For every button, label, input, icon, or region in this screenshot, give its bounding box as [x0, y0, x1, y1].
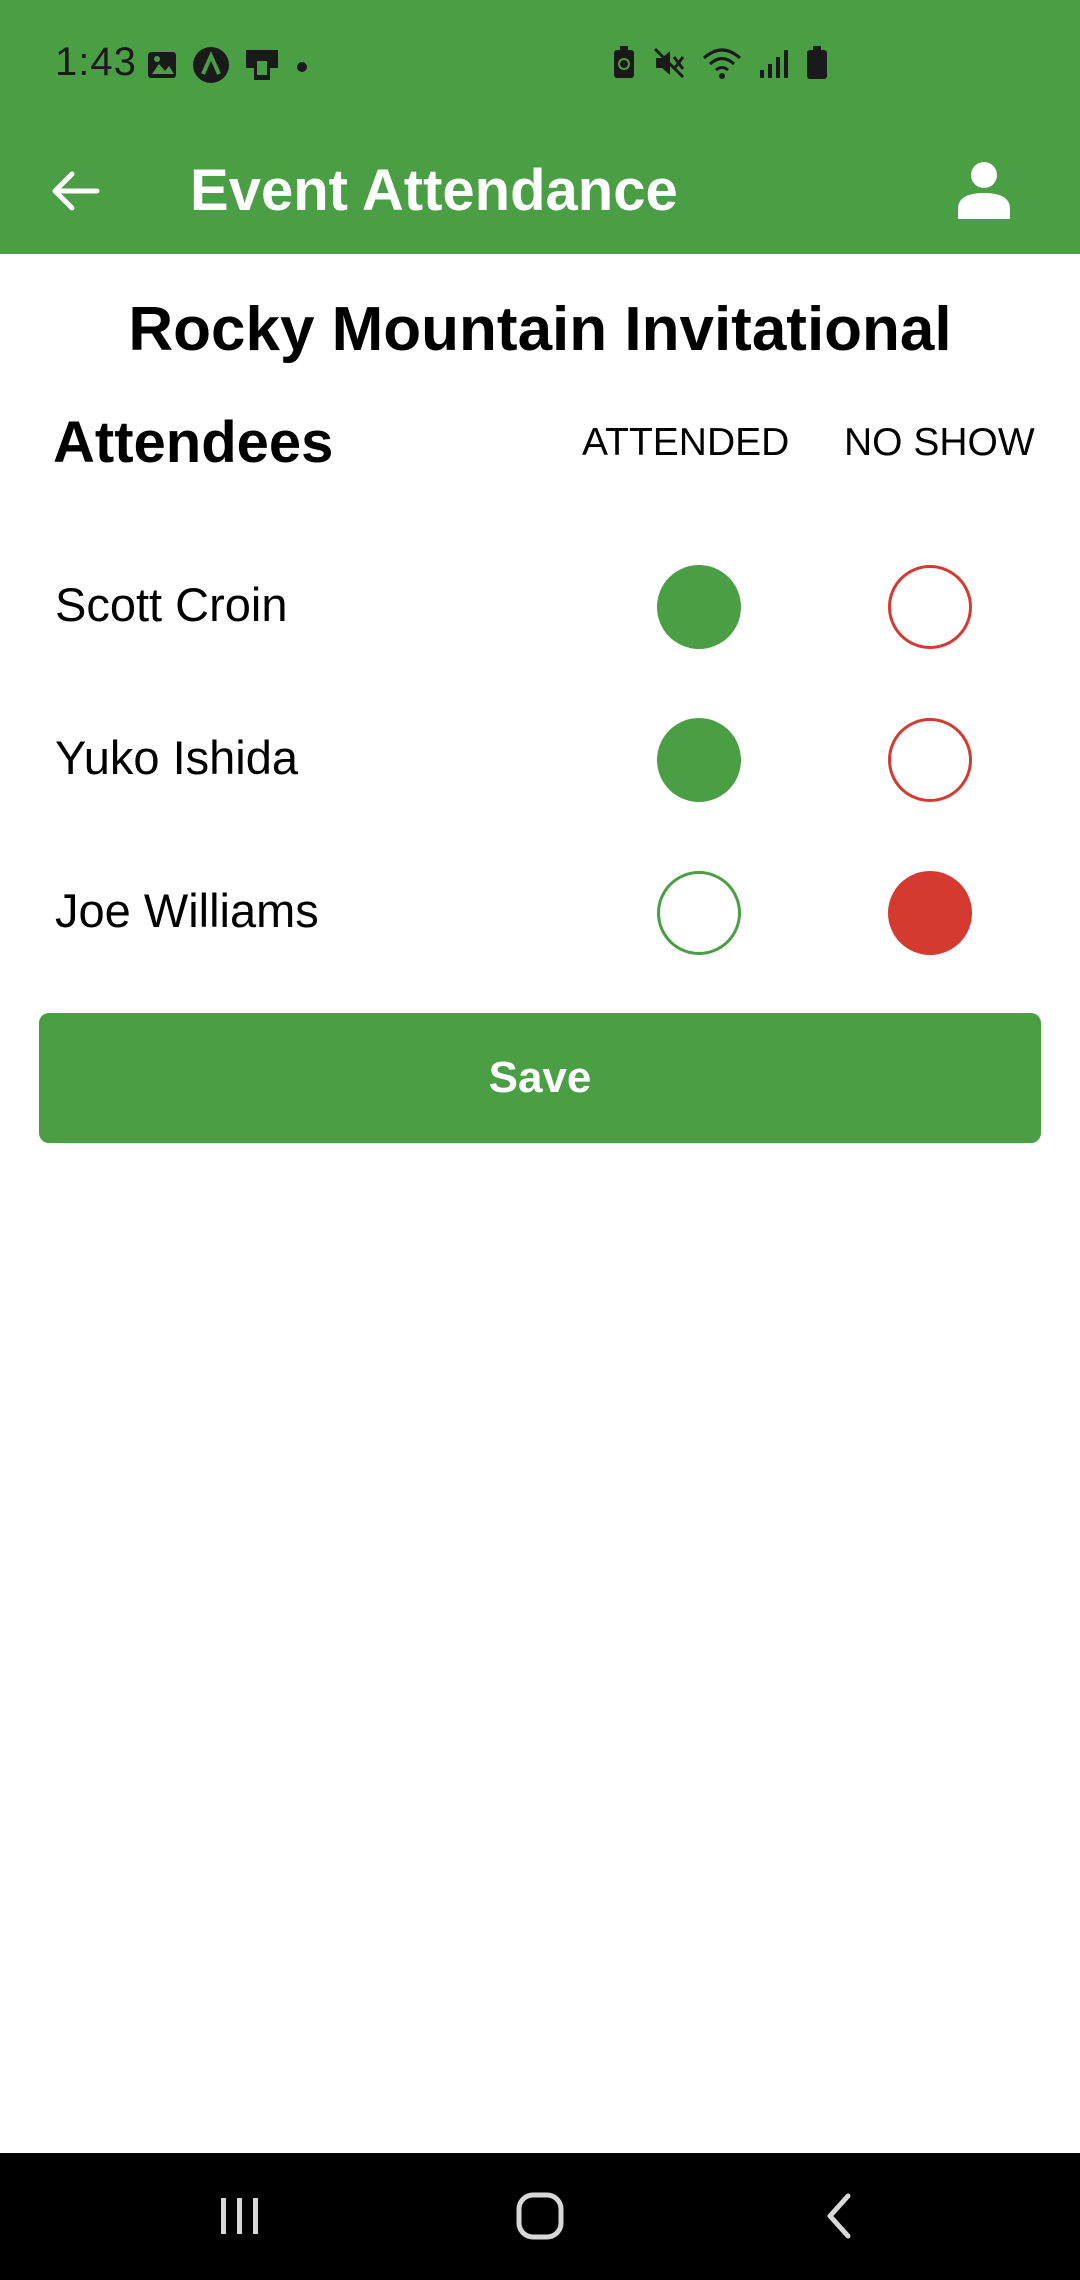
no-show-column-header: NO SHOW: [844, 421, 1035, 464]
app-a-icon: [193, 47, 229, 83]
back-button[interactable]: [40, 156, 110, 226]
attendee-row: Scott Croin: [0, 545, 1080, 665]
recent-apps-button[interactable]: [200, 2181, 280, 2251]
arrow-back-icon: [52, 171, 100, 211]
battery-saver-icon: [614, 46, 634, 78]
no-show-radio[interactable]: [888, 565, 972, 649]
attended-radio[interactable]: [657, 871, 741, 955]
attendee-row: Joe Williams: [0, 851, 1080, 971]
attended-radio[interactable]: [657, 565, 741, 649]
battery-icon: [807, 46, 827, 79]
attendee-name: Scott Croin: [55, 578, 288, 631]
attendee-row: Yuko Ishida: [0, 698, 1080, 818]
dot-icon: [297, 62, 307, 72]
person-icon: [958, 162, 1010, 219]
profile-button[interactable]: [944, 150, 1024, 230]
no-show-radio[interactable]: [888, 871, 972, 955]
attendee-name: Joe Williams: [55, 884, 319, 937]
nav-back-button[interactable]: [800, 2181, 880, 2251]
attended-radio[interactable]: [657, 718, 741, 802]
mute-icon: [653, 47, 685, 79]
app-bar: Event Attendance: [0, 128, 1080, 254]
cast-icon: [246, 50, 278, 80]
no-show-radio[interactable]: [888, 718, 972, 802]
attendees-heading: Attendees: [53, 410, 334, 475]
status-right-icons: [612, 46, 828, 80]
status-bar: 1:43: [0, 0, 1080, 128]
status-time: 1:43: [55, 40, 137, 84]
signal-icon: [760, 50, 788, 78]
home-icon: [516, 2192, 564, 2240]
back-icon: [827, 2193, 851, 2239]
home-button[interactable]: [500, 2181, 580, 2251]
page-title: Event Attendance: [190, 158, 678, 223]
recent-apps-icon: [221, 2198, 258, 2234]
save-button[interactable]: Save: [39, 1013, 1041, 1143]
wifi-icon: [703, 48, 741, 79]
image-icon: [148, 52, 176, 78]
event-title: Rocky Mountain Invitational: [128, 295, 952, 364]
status-left-icons: [146, 46, 310, 84]
attendee-name: Yuko Ishida: [55, 731, 299, 784]
system-nav-bar: [0, 2153, 1080, 2280]
attended-column-header: ATTENDED: [582, 421, 790, 464]
